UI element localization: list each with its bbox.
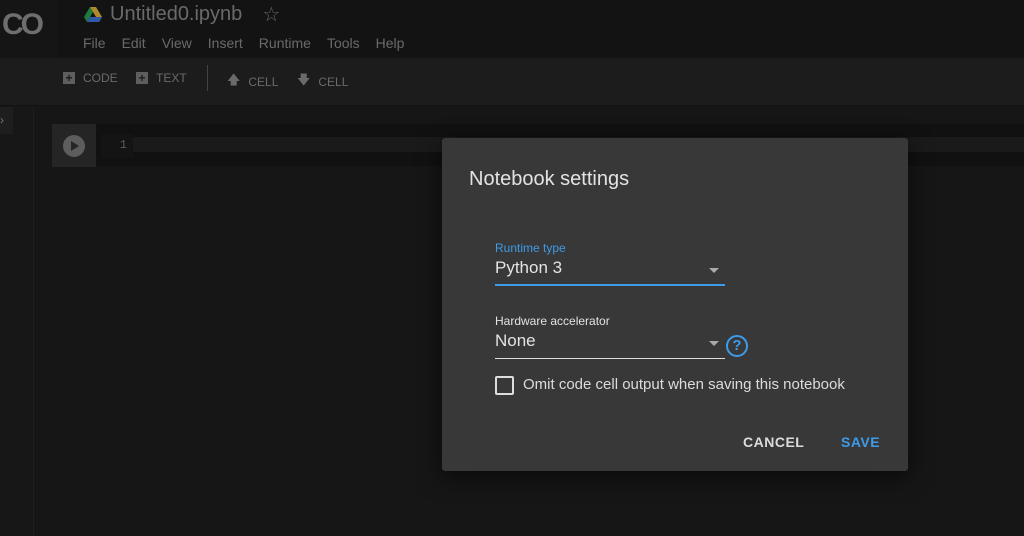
hardware-accelerator-label: Hardware accelerator (495, 314, 610, 328)
cancel-button[interactable]: CANCEL (743, 434, 804, 450)
help-icon[interactable]: ? (726, 335, 748, 357)
hardware-accelerator-value: None (495, 331, 536, 350)
move-cell-down-button[interactable]: 🡇 CELL (297, 71, 348, 93)
toolbar-divider (207, 65, 208, 91)
dialog-title: Notebook settings (469, 168, 630, 190)
run-cell-button[interactable] (52, 124, 96, 167)
cell-down-label: CELL (318, 75, 349, 89)
sidebar-toggle-chevron-icon[interactable]: › (0, 107, 13, 134)
add-code-label: CODE (83, 71, 118, 85)
add-text-label: TEXT (156, 71, 187, 85)
add-code-button[interactable]: + CODE (63, 71, 118, 85)
omit-output-checkbox[interactable] (495, 376, 514, 395)
line-number: 1 (101, 134, 133, 158)
menu-file[interactable]: File (83, 35, 106, 51)
cell-up-label: CELL (248, 75, 279, 89)
menu-edit[interactable]: Edit (122, 35, 146, 51)
dropdown-arrow-icon (709, 268, 719, 273)
notebook-settings-dialog: Notebook settings Runtime type Python 3 … (442, 138, 908, 471)
hardware-accelerator-select[interactable]: None (495, 331, 725, 359)
notebook-title[interactable]: Untitled0.ipynb (110, 3, 242, 26)
move-cell-up-button[interactable]: 🡅 CELL (227, 71, 278, 93)
menu-insert[interactable]: Insert (208, 35, 243, 51)
menu-runtime[interactable]: Runtime (259, 35, 311, 51)
runtime-type-value: Python 3 (495, 258, 563, 277)
omit-output-label[interactable]: Omit code cell output when saving this n… (523, 376, 845, 393)
runtime-type-select[interactable]: Python 3 (495, 258, 725, 286)
arrow-up-icon: 🡅 (227, 72, 241, 87)
menu-view[interactable]: View (162, 35, 192, 51)
play-icon (63, 135, 85, 157)
save-button[interactable]: SAVE (841, 434, 880, 450)
plus-icon: + (63, 72, 75, 84)
menu-bar: File Edit View Insert Runtime Tools Help (83, 35, 404, 51)
plus-icon: + (136, 72, 148, 84)
star-icon[interactable]: ☆ (262, 2, 280, 27)
runtime-type-label: Runtime type (495, 241, 566, 255)
toolbar: + CODE + TEXT 🡅 CELL 🡇 CELL (0, 58, 1024, 106)
arrow-down-icon: 🡇 (297, 72, 311, 87)
dropdown-arrow-icon (709, 341, 719, 346)
menu-help[interactable]: Help (376, 35, 405, 51)
menu-tools[interactable]: Tools (327, 35, 360, 51)
add-text-button[interactable]: + TEXT (136, 71, 187, 85)
colab-logo[interactable]: CO (2, 8, 44, 42)
header: CO Untitled0.ipynb ☆ File Edit View Inse… (0, 0, 1024, 58)
drive-icon (84, 6, 102, 22)
